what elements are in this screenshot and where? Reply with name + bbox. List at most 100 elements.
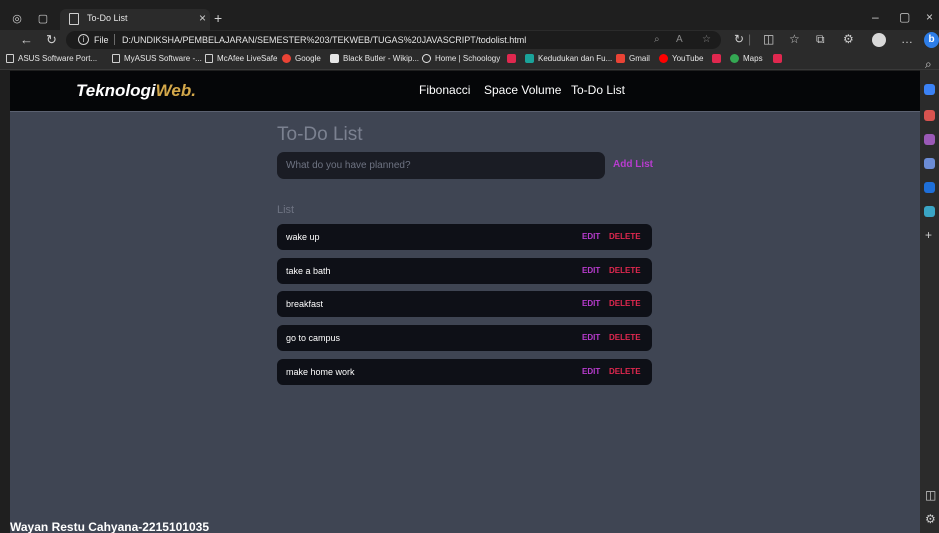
- list-heading: List: [277, 204, 295, 216]
- copilot-icon[interactable]: [924, 158, 935, 169]
- tab-actions-icon[interactable]: ▢: [36, 12, 50, 26]
- edge-sidebar: ⌕ + ◫ ⚙: [920, 57, 939, 533]
- youtube-icon: [659, 54, 668, 63]
- info-icon[interactable]: i: [78, 34, 89, 45]
- settings-icon[interactable]: ⚙: [925, 512, 936, 526]
- delete-button[interactable]: DELETE: [609, 367, 641, 376]
- bing-copilot-icon[interactable]: b: [924, 32, 939, 48]
- delete-button[interactable]: DELETE: [609, 333, 641, 342]
- delete-button[interactable]: DELETE: [609, 266, 641, 275]
- page-title: To-Do List: [277, 124, 363, 145]
- bookmark-item[interactable]: [712, 54, 725, 63]
- refresh-icon[interactable]: ↻: [46, 32, 57, 48]
- page-icon: [6, 54, 14, 63]
- bookmark-item[interactable]: McAfee LiveSafe: [205, 54, 277, 63]
- list-item: make home work EDIT DELETE: [277, 359, 652, 385]
- url-divider: [114, 34, 115, 45]
- favorites-icon[interactable]: ☆: [789, 32, 800, 46]
- split-screen-icon[interactable]: ◫: [763, 32, 774, 46]
- list-item: breakfast EDIT DELETE: [277, 291, 652, 317]
- address-bar[interactable]: i File D:/UNDIKSHA/PEMBELAJARAN/SEMESTER…: [66, 31, 721, 49]
- collections-icon[interactable]: ⧉: [816, 32, 825, 47]
- bookmarks-bar: ASUS Software Port... MyASUS Software -.…: [0, 50, 939, 70]
- bookmark-item[interactable]: Google: [282, 54, 321, 63]
- todo-input[interactable]: [277, 152, 605, 179]
- url-text[interactable]: D:/UNDIKSHA/PEMBELAJARAN/SEMESTER%203/TE…: [122, 35, 526, 45]
- todo-text: breakfast: [286, 299, 324, 309]
- gmail-icon: [616, 54, 625, 63]
- nav-link-space-volume[interactable]: Space Volume: [484, 83, 561, 97]
- site-navbar: TeknologiWeb. Fibonacci Space Volume To-…: [10, 71, 920, 112]
- browser-window: ◎ ▢ To-Do List × + – ▢ × ← ↻ i File D:/U…: [0, 0, 939, 533]
- wikipedia-icon: [330, 54, 339, 63]
- bookmark-item[interactable]: Gmail: [616, 54, 650, 63]
- todo-text: take a bath: [286, 266, 331, 276]
- maps-icon: [730, 54, 739, 63]
- delete-button[interactable]: DELETE: [609, 232, 641, 241]
- list-item: go to campus EDIT DELETE: [277, 325, 652, 351]
- extensions-icon[interactable]: ⚙: [843, 32, 854, 46]
- google-icon: [282, 54, 291, 63]
- bookmark-item[interactable]: YouTube: [659, 54, 703, 63]
- back-icon[interactable]: ←: [20, 32, 33, 47]
- add-list-button[interactable]: Add List: [613, 159, 653, 170]
- read-aloud-icon[interactable]: A: [676, 34, 683, 45]
- nav-link-todo-list[interactable]: To-Do List: [571, 83, 625, 97]
- bookmark-item[interactable]: Maps: [730, 54, 763, 63]
- sidebar-toggle-icon[interactable]: ◫: [925, 488, 936, 502]
- zoom-icon[interactable]: ⌕: [654, 34, 660, 45]
- url-scheme: File: [94, 35, 109, 45]
- favorite-star-icon[interactable]: ☆: [702, 34, 711, 45]
- title-bar: ◎ ▢ To-Do List × + – ▢ ×: [0, 9, 939, 30]
- close-icon[interactable]: ×: [199, 11, 206, 25]
- page-viewport: TeknologiWeb. Fibonacci Space Volume To-…: [10, 71, 920, 533]
- edit-button[interactable]: EDIT: [582, 299, 600, 308]
- page-icon: [112, 54, 120, 63]
- bookmark-item[interactable]: Black Butler - Wikip...: [330, 54, 419, 63]
- schoology-icon: [422, 54, 431, 63]
- page-icon: [69, 13, 79, 25]
- todo-text: make home work: [286, 367, 355, 377]
- more-menu-icon[interactable]: …: [901, 32, 913, 46]
- brand-logo[interactable]: TeknologiWeb.: [76, 81, 196, 101]
- pdf-icon: [773, 54, 782, 63]
- tools-icon[interactable]: [924, 110, 935, 121]
- drop-icon[interactable]: [924, 206, 935, 217]
- bookmark-item[interactable]: [507, 54, 520, 63]
- tab-title: To-Do List: [87, 13, 128, 23]
- minimize-icon[interactable]: –: [872, 10, 879, 24]
- toolbar-divider: |: [748, 32, 752, 46]
- nav-link-fibonacci[interactable]: Fibonacci: [419, 83, 470, 97]
- bookmark-item[interactable]: Home | Schoology: [422, 54, 500, 63]
- search-icon[interactable]: ⌕: [925, 57, 932, 72]
- edit-button[interactable]: EDIT: [582, 367, 600, 376]
- todo-text: go to campus: [286, 333, 341, 343]
- edit-button[interactable]: EDIT: [582, 266, 600, 275]
- address-row: ← ↻ i File D:/UNDIKSHA/PEMBELAJARAN/SEME…: [0, 30, 939, 50]
- delete-button[interactable]: DELETE: [609, 299, 641, 308]
- profile-avatar[interactable]: [872, 33, 886, 47]
- bookmark-item[interactable]: Kedudukan dan Fu...: [525, 54, 612, 63]
- bookmark-item[interactable]: [773, 54, 786, 63]
- workspaces-icon[interactable]: ◎: [10, 12, 24, 26]
- edit-button[interactable]: EDIT: [582, 333, 600, 342]
- refresh-extension-icon[interactable]: ↻: [734, 32, 744, 46]
- document-icon: [525, 54, 534, 63]
- window-close-icon[interactable]: ×: [926, 10, 933, 24]
- add-icon[interactable]: +: [925, 228, 932, 242]
- games-icon[interactable]: [924, 134, 935, 145]
- browser-tab[interactable]: To-Do List ×: [60, 9, 210, 30]
- bookmark-item[interactable]: ASUS Software Port...: [6, 54, 97, 63]
- restore-icon[interactable]: ▢: [899, 10, 910, 24]
- pdf-icon: [712, 54, 721, 63]
- bookmark-item[interactable]: MyASUS Software -...: [112, 54, 202, 63]
- todo-text: wake up: [286, 232, 320, 242]
- footer-author: Wayan Restu Cahyana-2215101035: [10, 520, 209, 533]
- shopping-icon[interactable]: [924, 84, 935, 95]
- outlook-icon[interactable]: [924, 182, 935, 193]
- pdf-icon: [507, 54, 516, 63]
- new-tab-icon[interactable]: +: [214, 10, 222, 26]
- list-item: take a bath EDIT DELETE: [277, 258, 652, 284]
- edit-button[interactable]: EDIT: [582, 232, 600, 241]
- page-icon: [205, 54, 213, 63]
